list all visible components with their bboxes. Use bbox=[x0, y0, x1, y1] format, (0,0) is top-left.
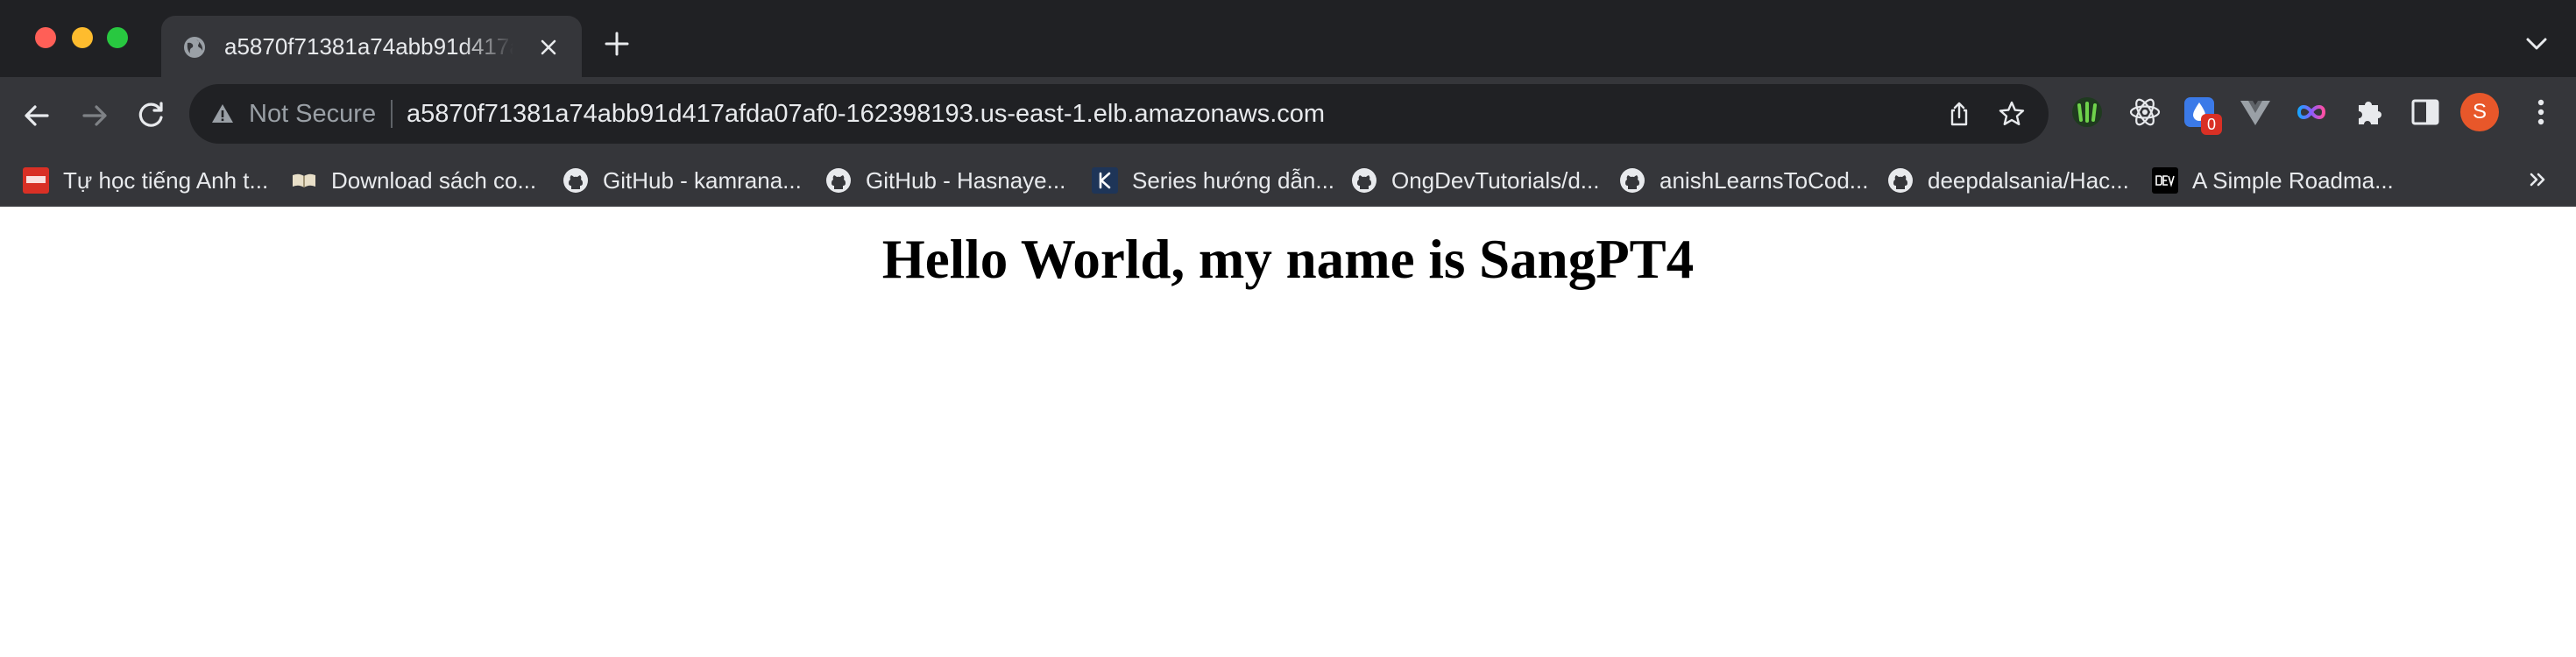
back-arrow-icon[interactable] bbox=[18, 96, 56, 135]
github-icon bbox=[563, 168, 588, 193]
reload-icon[interactable] bbox=[131, 96, 170, 135]
bookmarks-bar: Tự học tiếng Anh t... Download sách co..… bbox=[0, 154, 2576, 207]
bookmark-item[interactable]: deepdalsania/Hac... bbox=[1887, 163, 2129, 198]
tab-title: a5870f71381a74abb91d417afda07af0-1623981… bbox=[224, 33, 513, 60]
dev-icon bbox=[2152, 167, 2178, 194]
forward-arrow-icon[interactable] bbox=[75, 96, 114, 135]
bookmark-label: Series hướng dẫn... bbox=[1132, 167, 1335, 194]
new-tab-plus-icon[interactable] bbox=[603, 30, 631, 58]
tab-close-icon[interactable] bbox=[534, 33, 563, 61]
monster-extension-icon[interactable] bbox=[2070, 95, 2105, 130]
bookmark-label: anishLearnsToCod... bbox=[1660, 167, 1869, 194]
side-panel-icon[interactable] bbox=[2408, 95, 2443, 130]
bookmark-item[interactable]: Download sách co... bbox=[291, 163, 536, 198]
react-devtools-icon[interactable] bbox=[2127, 95, 2162, 130]
infinity-extension-icon[interactable] bbox=[2294, 95, 2329, 130]
acet-icon bbox=[23, 167, 49, 194]
address-bar[interactable]: Not Secure a5870f71381a74abb91d417afda07… bbox=[189, 84, 2049, 144]
github-icon bbox=[1352, 168, 1376, 193]
bookmark-item[interactable]: Series hướng dẫn... bbox=[1092, 163, 1334, 198]
bookmark-label: GitHub - kamrana... bbox=[603, 167, 802, 194]
bookmark-item[interactable]: OngDevTutorials/d... bbox=[1351, 163, 1599, 198]
bookmark-label: GitHub - Hasnaye... bbox=[866, 167, 1066, 194]
tab-search-chevron-icon[interactable] bbox=[2523, 33, 2550, 54]
warning-triangle-icon[interactable] bbox=[210, 102, 235, 126]
github-icon bbox=[826, 168, 851, 193]
tab-strip: a5870f71381a74abb91d417afda07af0-1623981… bbox=[0, 0, 2576, 77]
bookmark-item[interactable]: GitHub - kamrana... bbox=[563, 163, 802, 198]
bookmark-label: deepdalsania/Hac... bbox=[1928, 167, 2129, 194]
window-minimize-button[interactable] bbox=[72, 27, 93, 48]
window-close-button[interactable] bbox=[35, 27, 56, 48]
security-status-label[interactable]: Not Secure bbox=[249, 98, 376, 130]
bookmark-item[interactable]: anishLearnsToCod... bbox=[1619, 163, 1868, 198]
more-bookmarks-chevron-icon[interactable] bbox=[2525, 166, 2551, 193]
more-menu-icon[interactable] bbox=[2523, 95, 2558, 130]
profile-avatar[interactable]: S bbox=[2460, 93, 2499, 131]
github-icon bbox=[1888, 168, 1913, 193]
omnibox-divider bbox=[391, 100, 393, 128]
url-text[interactable]: a5870f71381a74abb91d417afda07af0-1623981… bbox=[407, 98, 1325, 130]
bookmark-label: OngDevTutorials/d... bbox=[1391, 167, 1600, 194]
bookmark-item[interactable]: GitHub - Hasnaye... bbox=[825, 163, 1065, 198]
bookmark-label: Download sách co... bbox=[331, 167, 537, 194]
extensions-puzzle-icon[interactable] bbox=[2352, 95, 2387, 130]
page-content: Hello World, my name is SangPT4 bbox=[0, 207, 2576, 657]
k-icon bbox=[1092, 167, 1118, 194]
bookmark-item[interactable]: Tự học tiếng Anh t... bbox=[23, 163, 268, 198]
extension-badge-count: 0 bbox=[2201, 114, 2222, 135]
bookmark-star-icon[interactable] bbox=[1998, 100, 2026, 128]
bookmark-item[interactable]: A Simple Roadma... bbox=[2152, 163, 2394, 198]
globe-icon bbox=[184, 37, 205, 58]
window-maximize-button[interactable] bbox=[107, 27, 128, 48]
book-icon bbox=[293, 173, 315, 187]
github-icon bbox=[1620, 168, 1645, 193]
share-icon[interactable] bbox=[1945, 100, 1973, 128]
bookmark-label: A Simple Roadma... bbox=[2192, 167, 2394, 194]
page-heading: Hello World, my name is SangPT4 bbox=[881, 229, 1695, 290]
bookmark-label: Tự học tiếng Anh t... bbox=[63, 167, 269, 194]
vue-devtools-icon[interactable] bbox=[2238, 95, 2273, 130]
active-tab[interactable]: a5870f71381a74abb91d417afda07af0-1623981… bbox=[161, 16, 582, 77]
